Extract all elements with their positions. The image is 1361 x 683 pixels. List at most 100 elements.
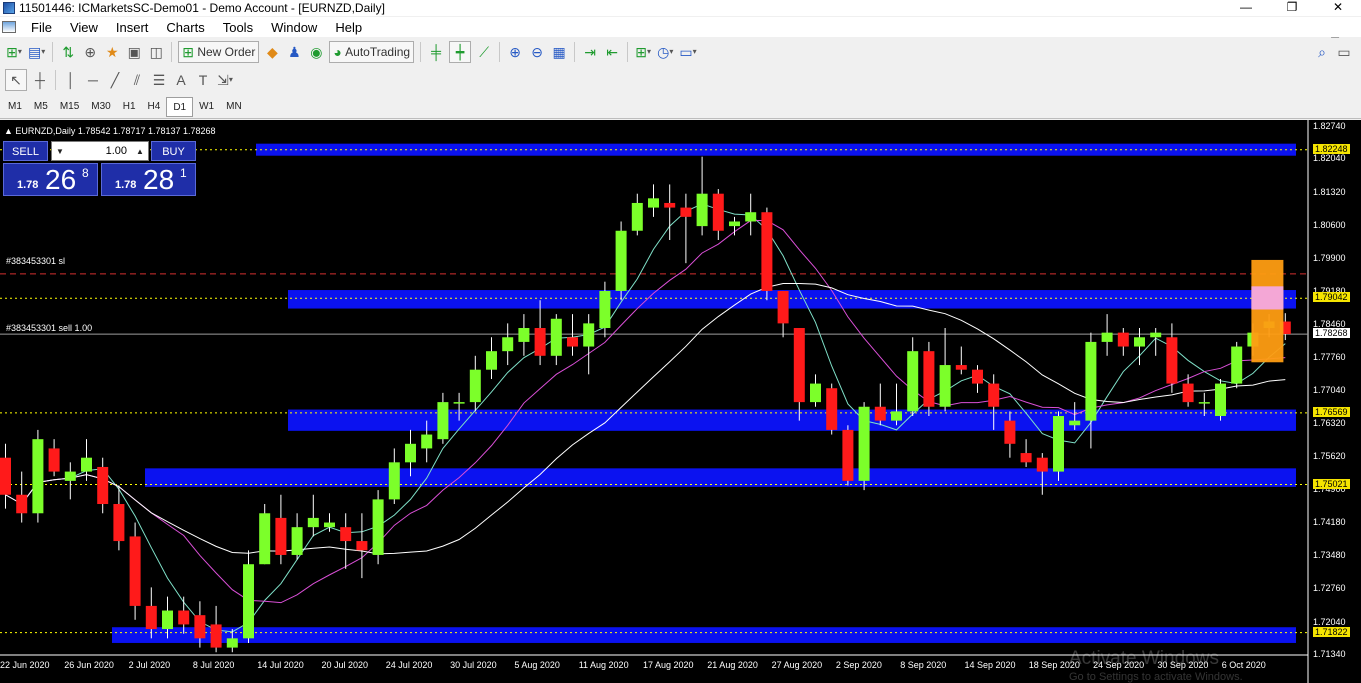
new-chart-button[interactable]: ⊞ ▾ bbox=[3, 41, 25, 63]
metaeditor-button[interactable]: ◆ bbox=[261, 41, 283, 63]
price-tag-label: 1.78268 bbox=[1313, 328, 1350, 339]
zoom-in-button[interactable]: ⊕ bbox=[504, 41, 526, 63]
cursor-button[interactable]: ↖ bbox=[5, 68, 27, 91]
candle-body bbox=[648, 198, 659, 208]
autoscroll-icon: ⇥ bbox=[584, 43, 596, 60]
candle-body bbox=[1020, 453, 1032, 463]
minimize-icon[interactable]: — bbox=[1223, 0, 1269, 16]
buy-button[interactable]: BUY bbox=[151, 141, 196, 161]
navigator-button[interactable]: ★ bbox=[101, 41, 123, 63]
text-label-button[interactable]: T bbox=[192, 69, 214, 91]
document-icon[interactable] bbox=[2, 21, 16, 33]
new-order-button[interactable]: ⊞ New Order bbox=[178, 40, 260, 63]
tf-m15[interactable]: M15 bbox=[54, 97, 85, 117]
tf-h4[interactable]: H4 bbox=[142, 97, 167, 117]
menu-charts[interactable]: Charts bbox=[157, 20, 213, 35]
horizontal-line-button[interactable]: ─ bbox=[82, 69, 104, 91]
search-button[interactable]: ⌕ bbox=[1311, 41, 1333, 63]
tf-mn[interactable]: MN bbox=[220, 97, 248, 117]
chat-button[interactable]: ▭ bbox=[1333, 41, 1355, 63]
market-watch-icon: ⇅ bbox=[62, 43, 75, 60]
autotrading-button[interactable]: ◕ AutoTrading bbox=[329, 40, 415, 63]
dropdown-arrow-icon: ▾ bbox=[692, 46, 697, 56]
chart-shift-button[interactable]: ⇤ bbox=[601, 41, 623, 63]
autoscroll-button[interactable]: ⇥ bbox=[579, 41, 601, 63]
candle-body bbox=[145, 605, 157, 630]
tf-h1[interactable]: H1 bbox=[117, 97, 142, 117]
candle-body bbox=[534, 328, 546, 356]
text-button[interactable]: A bbox=[170, 69, 192, 91]
price-chart[interactable] bbox=[0, 120, 1361, 683]
tf-m1[interactable]: M1 bbox=[2, 97, 28, 117]
profiles-icon: ▤ bbox=[28, 43, 42, 60]
menu-help[interactable]: Help bbox=[326, 20, 371, 35]
horizontal-line-icon: ─ bbox=[88, 71, 98, 88]
tf-d1[interactable]: D1 bbox=[166, 96, 194, 117]
zoom-out-icon: ⊖ bbox=[531, 43, 543, 60]
candle-body bbox=[405, 443, 416, 463]
dropdown-arrow-icon: ▾ bbox=[646, 46, 651, 56]
trendline-button[interactable]: ╱ bbox=[104, 69, 126, 91]
menu-window[interactable]: Window bbox=[262, 20, 326, 35]
chart-window[interactable]: ▲ EURNZD,Daily 1.78542 1.78717 1.78137 1… bbox=[0, 120, 1361, 683]
candle-body bbox=[1134, 337, 1145, 347]
templates-button[interactable]: ▭ ▾ bbox=[676, 41, 699, 63]
lot-value[interactable]: 1.00 bbox=[68, 145, 132, 157]
stop-loss-label: #383453301 sl bbox=[6, 256, 66, 266]
channel-icon: ⫽ bbox=[133, 71, 141, 88]
market-watch-button[interactable]: ⇅ bbox=[57, 41, 79, 63]
market-button[interactable]: ♟ bbox=[283, 41, 305, 63]
candlestick-button[interactable]: ┿ bbox=[449, 40, 472, 63]
arrows-button[interactable]: ⇲ ▾ bbox=[214, 69, 236, 91]
profiles-button[interactable]: ▤ ▾ bbox=[25, 41, 48, 63]
periods-button[interactable]: ◷ ▾ bbox=[654, 41, 676, 63]
crosshair-button[interactable]: ┼ bbox=[29, 69, 51, 91]
date-tick-label: 8 Jul 2020 bbox=[192, 660, 235, 670]
fibonacci-button[interactable]: ☰ bbox=[148, 69, 170, 91]
sell-button[interactable]: SELL bbox=[3, 141, 48, 161]
new-chart-icon: ⊞ bbox=[6, 43, 18, 60]
tf-w1[interactable]: W1 bbox=[193, 97, 220, 117]
menu-tools[interactable]: Tools bbox=[214, 20, 262, 35]
buy-price-box[interactable]: 1.78 28 1 bbox=[101, 163, 196, 196]
candle-body bbox=[372, 499, 384, 555]
vertical-line-button[interactable]: │ bbox=[60, 69, 82, 91]
line-chart-button[interactable]: ⟋ bbox=[473, 41, 495, 63]
cursor-icon: ↖ bbox=[10, 71, 22, 88]
indicators-button[interactable]: ⊞ ▾ bbox=[632, 41, 654, 63]
tf-m5[interactable]: M5 bbox=[28, 97, 54, 117]
maximize-icon[interactable]: ❐ bbox=[1269, 0, 1315, 16]
close-icon[interactable]: ✕ bbox=[1315, 0, 1361, 16]
sell-price-box[interactable]: 1.78 26 8 bbox=[3, 163, 98, 196]
lot-up-icon[interactable]: ▲ bbox=[132, 147, 148, 156]
lot-size-field[interactable]: ▼ 1.00 ▲ bbox=[51, 141, 149, 161]
signals-button[interactable]: ◉ bbox=[305, 41, 327, 63]
dropdown-arrow-icon: ▾ bbox=[228, 74, 233, 84]
candle-body bbox=[923, 351, 935, 407]
market-icon: ♟ bbox=[288, 43, 301, 60]
candle-body bbox=[907, 351, 919, 412]
candle-body bbox=[810, 383, 821, 403]
strategy-tester-button[interactable]: ◫ bbox=[145, 41, 167, 63]
menu-view[interactable]: View bbox=[61, 20, 107, 35]
candle-body bbox=[194, 615, 206, 639]
menu-file[interactable]: File bbox=[22, 20, 61, 35]
candle-body bbox=[1101, 332, 1113, 342]
toolbar-separator bbox=[627, 41, 629, 62]
data-window-button[interactable]: ⊕ bbox=[79, 41, 101, 63]
channel-button[interactable]: ⫽ bbox=[126, 69, 148, 91]
bar-chart-button[interactable]: ╪ bbox=[425, 41, 447, 63]
new-order-label: New Order bbox=[197, 44, 256, 59]
tf-m30[interactable]: M30 bbox=[85, 97, 116, 117]
terminal-button[interactable]: ▣ bbox=[123, 41, 145, 63]
tile-windows-button[interactable]: ▦ bbox=[548, 41, 570, 63]
candle-body bbox=[275, 517, 287, 555]
lot-down-icon[interactable]: ▼ bbox=[52, 147, 68, 156]
menu-insert[interactable]: Insert bbox=[107, 20, 158, 35]
date-tick-label: 27 Aug 2020 bbox=[771, 660, 823, 670]
candle-body bbox=[858, 406, 870, 481]
candle-body bbox=[243, 564, 254, 639]
dropdown-arrow-icon: ▾ bbox=[41, 46, 46, 56]
zoom-out-button[interactable]: ⊖ bbox=[526, 41, 548, 63]
candle-body bbox=[226, 638, 238, 648]
